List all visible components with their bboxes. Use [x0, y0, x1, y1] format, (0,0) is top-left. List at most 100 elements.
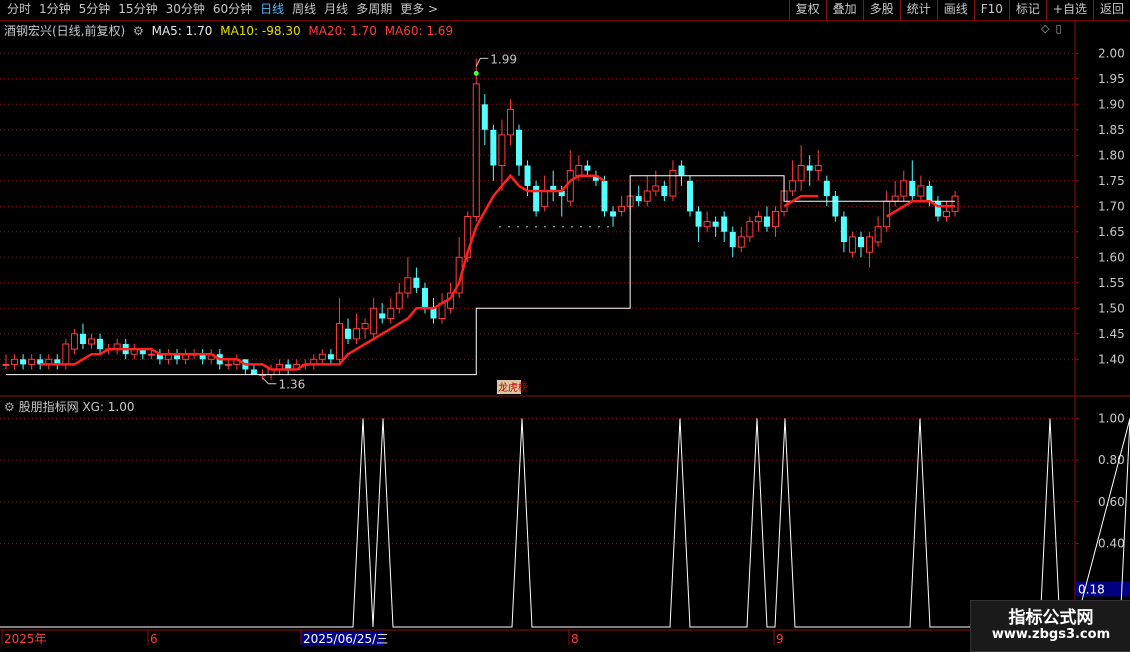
candle-body-down	[934, 201, 941, 217]
candle-body-down	[430, 308, 437, 319]
x-axis-label: 2025/06/25/三	[303, 632, 388, 646]
candle-body-up	[848, 236, 856, 253]
x-axis-label: 2025年	[4, 632, 47, 646]
level-dot	[517, 225, 519, 228]
main-y-tick-label: 1.50	[1098, 301, 1125, 315]
candle-body-down	[533, 185, 540, 212]
candle-body-up	[62, 343, 70, 365]
candle-body-up	[88, 338, 95, 345]
high-annotation-label: 1.99	[490, 52, 517, 66]
dragon-tiger-tag: 龙虎榜	[498, 381, 528, 394]
level-dot	[499, 225, 501, 228]
current-value-label: 0.18	[1078, 582, 1105, 596]
candle-body-down	[926, 185, 933, 202]
candle-body-up	[866, 236, 874, 253]
candle-body-down	[806, 165, 813, 171]
candle-body-down	[909, 180, 916, 197]
candle-body-down	[661, 185, 668, 197]
candle-body-up	[224, 363, 232, 366]
level-dot	[607, 225, 609, 228]
candle-body-down	[840, 216, 847, 242]
main-y-tick-label: 1.55	[1098, 276, 1125, 290]
ma-white-line	[6, 175, 956, 376]
sub-y-tick-label: 0.60	[1098, 495, 1125, 509]
candle-body-up	[353, 328, 361, 340]
main-y-tick-label: 1.90	[1098, 97, 1125, 111]
level-dot	[562, 225, 564, 228]
candle-body-down	[584, 165, 591, 171]
candle-body-up	[147, 353, 155, 356]
candle-body-up	[2, 363, 10, 366]
candle-body-down	[250, 369, 257, 375]
candle-body-down	[687, 180, 693, 212]
candle-body-up	[772, 210, 779, 228]
level-dot	[580, 225, 582, 228]
candle-body-up	[318, 353, 326, 360]
candle-body-up	[643, 190, 651, 202]
candle-body-down	[379, 313, 386, 319]
watermark-url: www.zbgs3.com	[991, 627, 1111, 642]
candle-body-down	[858, 236, 864, 248]
candle-body-up	[746, 221, 754, 238]
candle-body-down	[413, 277, 420, 288]
chart-canvas[interactable]: 1.40 1.45 1.50 1.55 1.60 1.65 1.70 1.75 1.80 1.85…	[0, 0, 1130, 650]
main-y-tick-label: 1.80	[1098, 148, 1125, 162]
level-dot	[571, 225, 573, 228]
candle-body-down	[327, 354, 334, 360]
candle-body-up	[618, 205, 626, 212]
candle-body-up	[404, 277, 412, 294]
main-y-tick-label: 1.95	[1098, 72, 1125, 86]
main-y-tick-label: 1.85	[1098, 123, 1125, 137]
candle-body-up	[11, 358, 19, 365]
level-dot	[535, 225, 537, 228]
watermark-title: 指标公式网	[1008, 608, 1094, 628]
high-annotation-arrow	[475, 57, 489, 67]
candle-body-up	[387, 307, 395, 319]
candle-body-down	[79, 333, 86, 344]
candle-body-down	[712, 221, 719, 227]
x-axis-label: 6	[150, 632, 158, 646]
main-y-tick-label: 1.45	[1098, 327, 1125, 341]
x-axis-label: 9	[776, 632, 784, 646]
main-y-tick-label: 1.70	[1098, 199, 1125, 213]
candle-body-down	[516, 129, 522, 166]
level-dot	[544, 225, 546, 228]
candle-body-up	[566, 170, 574, 202]
candle-body-up	[395, 292, 403, 309]
candle-body-down	[678, 165, 685, 176]
main-y-tick-label: 1.75	[1098, 174, 1125, 188]
main-y-tick-label: 1.60	[1098, 250, 1125, 264]
candle-body-down	[721, 216, 728, 232]
candle-body-down	[635, 196, 642, 202]
candle-body-up	[370, 307, 378, 335]
site-watermark: 指标公式网 www.zbgs3.com	[970, 600, 1130, 652]
candle-body-up	[951, 195, 959, 212]
candle-body-up	[814, 165, 822, 172]
main-y-tick-label: 1.65	[1098, 225, 1125, 239]
candle-body-up	[361, 323, 369, 330]
candle-body-up	[789, 180, 797, 192]
candle-body-up	[737, 236, 745, 248]
candle-body-up	[541, 190, 549, 207]
candle-body-down	[20, 359, 27, 365]
low-annotation-arrow	[262, 377, 277, 385]
candle-body-up	[754, 216, 762, 223]
level-dot	[589, 225, 591, 228]
sub-y-tick-label: 1.00	[1098, 411, 1125, 425]
candle-body-up	[917, 185, 925, 197]
candle-body-up	[70, 333, 78, 350]
candle-body-down	[601, 180, 608, 212]
candle-body-up	[472, 83, 480, 218]
candle-body-up	[703, 221, 711, 228]
sub-y-tick-label: 0.40	[1098, 537, 1125, 551]
candle-body-up	[575, 165, 583, 177]
main-y-tick-label: 2.00	[1098, 46, 1125, 60]
candle-body-up	[943, 210, 950, 217]
candle-body-up	[891, 195, 899, 202]
candle-body-up	[498, 134, 506, 166]
main-y-tick-label: 1.40	[1098, 352, 1125, 366]
candle-body-down	[823, 180, 830, 197]
candle-body-down	[832, 196, 839, 217]
candle-body-down	[695, 211, 702, 227]
candle-body-up	[335, 323, 343, 360]
